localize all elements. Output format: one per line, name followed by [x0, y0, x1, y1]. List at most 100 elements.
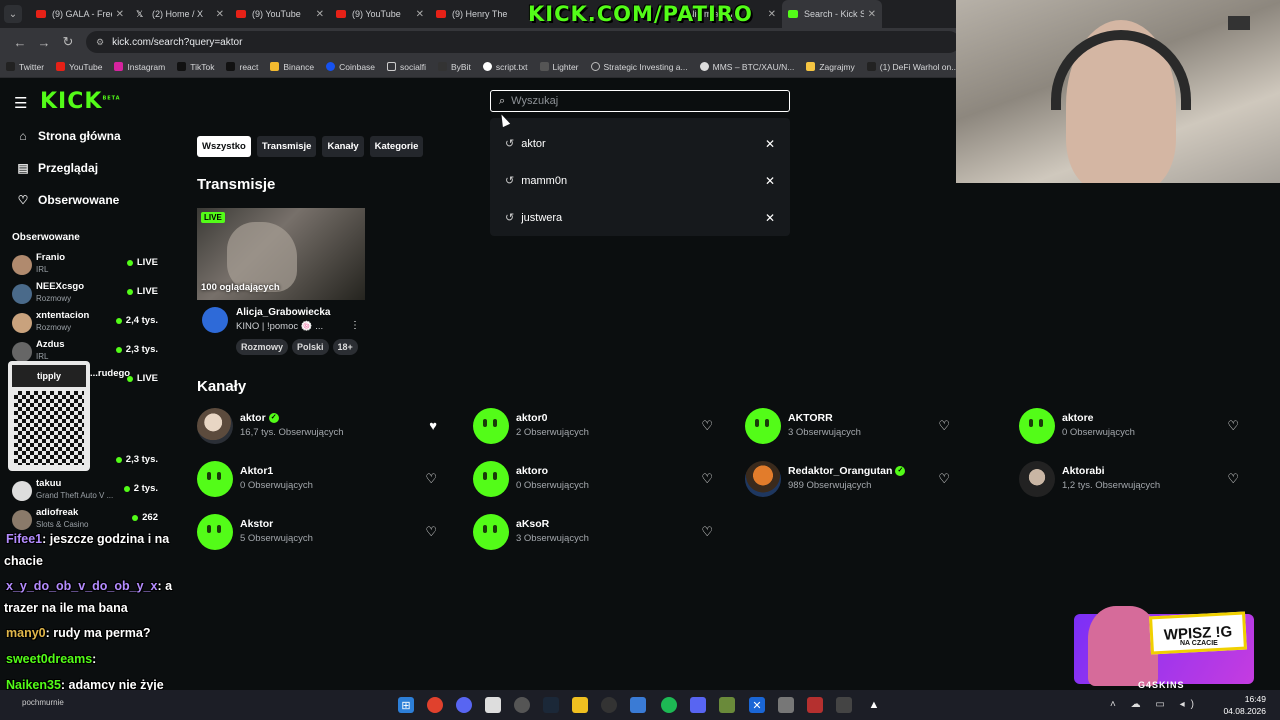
app-icon[interactable]: [690, 697, 706, 713]
app-icon[interactable]: ✕: [749, 697, 765, 713]
browser-tab[interactable]: (9) YouTube ✕: [330, 0, 430, 28]
app-icon[interactable]: [630, 697, 646, 713]
heart-icon[interactable]: ♡: [701, 471, 713, 487]
followed-channel[interactable]: NEEXcsgo Rozmowy LIVE: [10, 280, 160, 308]
bookmark[interactable]: Instagram: [114, 62, 165, 72]
remove-icon[interactable]: ✕: [765, 137, 775, 151]
bookmark[interactable]: Twitter: [6, 62, 44, 72]
channel-card[interactable]: aktor ✓ 16,7 tys. Obserwujących ♥: [197, 406, 443, 446]
close-tab-icon[interactable]: ✕: [416, 9, 424, 20]
nav-browse[interactable]: ▤ Przeglądaj: [16, 161, 98, 175]
recent-search-item[interactable]: ↺ aktor ✕: [490, 125, 790, 162]
streamer-name[interactable]: Alicja_Grabowiecka: [236, 307, 331, 318]
bookmark[interactable]: Zagrajmy: [806, 62, 855, 72]
app-icon[interactable]: [485, 697, 501, 713]
back-icon[interactable]: ←: [8, 35, 32, 50]
app-icon[interactable]: [778, 697, 794, 713]
bookmark[interactable]: Binance: [270, 62, 314, 72]
remove-icon[interactable]: ✕: [765, 211, 775, 225]
heart-filled-icon[interactable]: ♥: [429, 418, 437, 433]
filter-channels[interactable]: Kanały: [322, 136, 364, 157]
bookmark[interactable]: Lighter: [539, 62, 579, 72]
bookmark-folder[interactable]: socialfi: [387, 62, 426, 72]
heart-icon[interactable]: ♡: [425, 471, 437, 487]
browser-tab[interactable]: (9) YouTube ✕: [230, 0, 330, 28]
windows-start-icon[interactable]: ⊞: [398, 697, 414, 713]
heart-icon[interactable]: ♡: [938, 418, 950, 434]
bookmark[interactable]: MMS – BTC/XAU/N...: [699, 62, 794, 72]
channel-card[interactable]: aktore 0 Obserwujących ♡: [1019, 406, 1245, 446]
bookmark[interactable]: react: [226, 62, 258, 72]
discord-icon[interactable]: [456, 697, 472, 713]
app-icon[interactable]: ▲: [866, 697, 882, 713]
spotify-icon[interactable]: [661, 697, 677, 713]
app-icon[interactable]: [836, 697, 852, 713]
heart-icon[interactable]: ♡: [425, 524, 437, 540]
bookmark[interactable]: script.txt: [482, 62, 528, 72]
heart-icon[interactable]: ♡: [701, 418, 713, 434]
forward-icon[interactable]: →: [32, 35, 56, 50]
followed-channel[interactable]: Franio IRL LIVE: [10, 251, 160, 279]
stream-thumbnail[interactable]: LIVE 100 oglądających: [197, 208, 365, 300]
bookmark[interactable]: Strategic Investing a...: [590, 62, 688, 72]
more-options-icon[interactable]: ⋮: [350, 320, 360, 331]
channel-card[interactable]: Aktorabi 1,2 tys. Obserwujących ♡: [1019, 459, 1245, 499]
recent-search-item[interactable]: ↺ mamm0n ✕: [490, 162, 790, 199]
bookmark[interactable]: TikTok: [177, 62, 214, 72]
obs-icon[interactable]: [514, 697, 530, 713]
app-icon[interactable]: [601, 697, 617, 713]
app-icon[interactable]: [719, 697, 735, 713]
bookmark[interactable]: (1) DeFi Warhol on...: [866, 62, 958, 72]
kick-logo[interactable]: KICKBETA: [40, 89, 121, 114]
app-icon[interactable]: [807, 697, 823, 713]
recent-search-item[interactable]: ↺ justwera ✕: [490, 199, 790, 236]
channel-card[interactable]: Redaktor_Orangutan ✓ 989 Obserwujących ♡: [745, 459, 956, 499]
search-box[interactable]: ⌕: [490, 90, 790, 112]
close-tab-icon[interactable]: ✕: [316, 9, 324, 20]
tab-search-icon[interactable]: ⌄: [4, 5, 22, 23]
followed-channel[interactable]: takuu Grand Theft Auto V ... 2 tys.: [10, 477, 160, 505]
browser-tab[interactable]: (9) Henry The: [430, 0, 530, 28]
nav-following[interactable]: ♡ Obserwowane: [16, 193, 120, 207]
remove-icon[interactable]: ✕: [765, 174, 775, 188]
heart-icon[interactable]: ♡: [1227, 471, 1239, 487]
bookmark[interactable]: Coinbase: [326, 62, 375, 72]
channel-card[interactable]: aktoro 0 Obserwujących ♡: [473, 459, 719, 499]
folder-icon[interactable]: [572, 697, 588, 713]
close-tab-icon[interactable]: ✕: [216, 9, 224, 20]
filter-categories[interactable]: Kategorie: [369, 136, 424, 157]
heart-icon[interactable]: ♡: [1227, 418, 1239, 434]
stream-title[interactable]: KINO | !pomoc 🍥 ...: [236, 321, 323, 332]
url-field[interactable]: ⚙ kick.com/search?query=aktor: [86, 31, 960, 53]
nav-home[interactable]: ⌂ Strona główna: [16, 129, 120, 143]
streamer-avatar[interactable]: [202, 307, 228, 333]
filter-streams[interactable]: Transmisje: [256, 136, 317, 157]
channel-card[interactable]: Aktor1 0 Obserwujących ♡: [197, 459, 443, 499]
channel-card[interactable]: aKsoR 3 Obserwujących ♡: [473, 512, 719, 552]
tag[interactable]: 18+: [332, 339, 358, 355]
site-info-icon[interactable]: ⚙: [96, 37, 104, 48]
heart-icon[interactable]: ♡: [701, 524, 713, 540]
channel-card[interactable]: aktor0 2 Obserwujących ♡: [473, 406, 719, 446]
browser-tab-active[interactable]: Search - Kick S ✕: [782, 0, 882, 28]
bookmark[interactable]: ByBit: [438, 62, 471, 72]
search-input[interactable]: [511, 95, 762, 107]
channel-card[interactable]: Akstor 5 Obserwujących ♡: [197, 512, 443, 552]
channel-card[interactable]: AKTORR 3 Obserwujących ♡: [745, 406, 956, 446]
close-tab-icon[interactable]: ✕: [116, 9, 124, 20]
browser-tab[interactable]: (9) GALA - Free ✕: [30, 0, 130, 28]
bookmark[interactable]: YouTube: [56, 62, 102, 72]
chrome-icon[interactable]: [427, 697, 443, 713]
tag[interactable]: Rozmowy: [236, 339, 289, 355]
heart-icon[interactable]: ♡: [938, 471, 950, 487]
browser-tab[interactable]: 𝕏 (2) Home / X ✕: [130, 0, 230, 28]
followed-channel[interactable]: adiofreak Slots & Casino 262: [10, 506, 160, 534]
system-tray[interactable]: ˄ ☁ ▭ ◂): [1110, 699, 1200, 710]
clock[interactable]: 16:49 04.08.2026: [1223, 693, 1266, 717]
reload-icon[interactable]: ↻: [56, 34, 80, 50]
tag[interactable]: Polski: [292, 339, 329, 355]
close-tab-icon[interactable]: ✕: [768, 9, 776, 20]
close-tab-icon[interactable]: ✕: [868, 9, 876, 20]
menu-icon[interactable]: ☰: [14, 94, 27, 112]
steam-icon[interactable]: [543, 697, 559, 713]
